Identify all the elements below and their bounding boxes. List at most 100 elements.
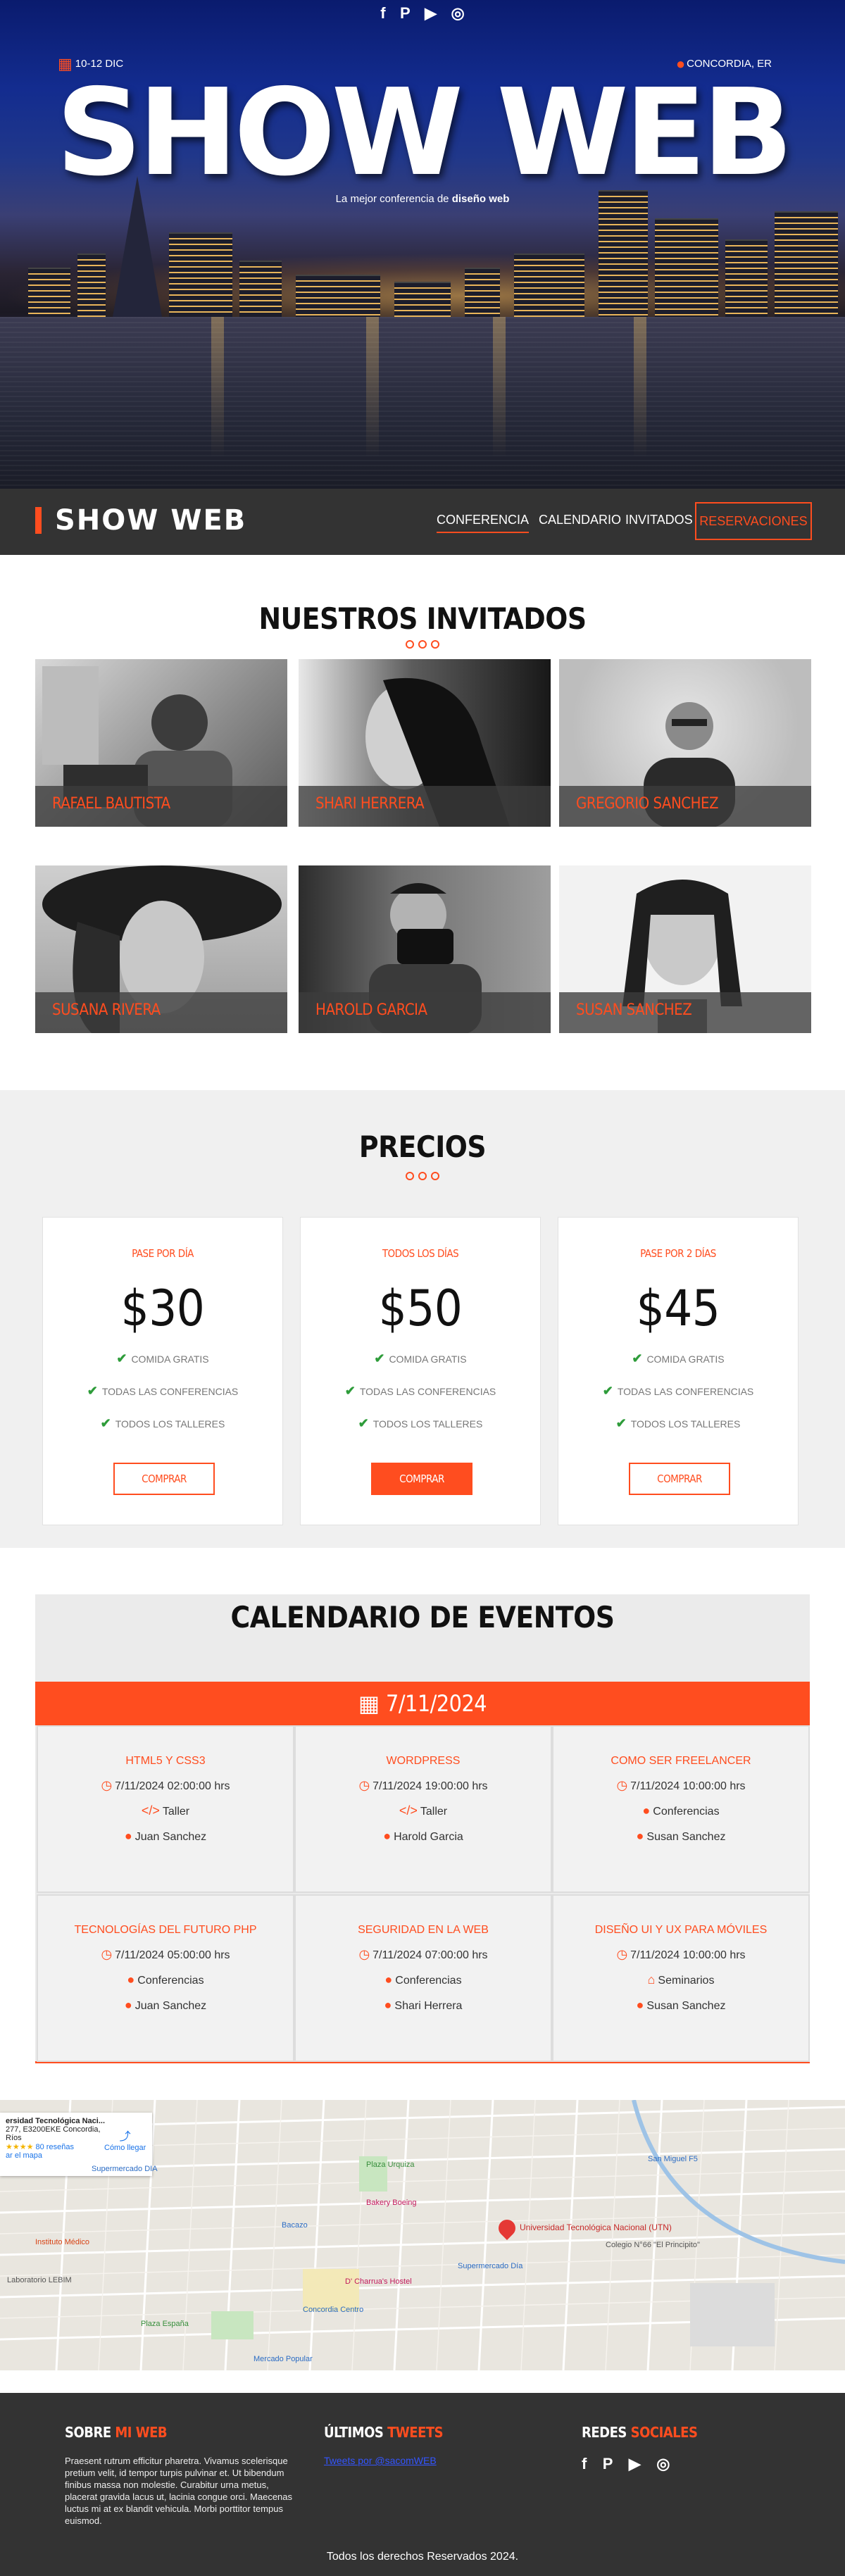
event-speaker-text: Harold Garcia — [394, 1831, 463, 1843]
event-speaker-text: Shari Herrera — [394, 2000, 463, 2012]
clock-icon: ◷ — [616, 1778, 628, 1792]
hero-subtitle: La mejor conferencia de diseño web — [0, 193, 845, 205]
reservations-button[interactable]: RESERVACIONES — [695, 502, 812, 540]
event-title: WORDPRESS — [386, 1755, 461, 1767]
feature-text: TODAS LAS CONFERENCIAS — [617, 1386, 754, 1397]
feature-item: ✔ TODAS LAS CONFERENCIAS — [301, 1384, 540, 1416]
map-label: Bacazo — [282, 2221, 308, 2230]
check-icon: ✔ — [374, 1351, 385, 1365]
check-icon: ✔ — [602, 1384, 613, 1398]
footer-about-text: Praesent rutrum efficitur pharetra. Viva… — [65, 2456, 293, 2526]
event-time: ◷ 7/11/2024 02:00:00 hrs — [38, 1778, 293, 1793]
comment-icon: ● — [127, 1972, 135, 1987]
event-card: COMO SER FREELANCER ◷ 7/11/2024 10:00:00 … — [552, 1725, 810, 1893]
event-card: SEGURIDAD EN LA WEB ◷ 7/11/2024 07:00:00 … — [294, 1894, 552, 2062]
price-card: PASE POR 2 DÍAS $45 ✔ COMIDA GRATIS ✔ TODA… — [558, 1217, 799, 1525]
event-time-text: 7/11/2024 10:00:00 hrs — [630, 1949, 746, 1961]
feature-text: TODAS LAS CONFERENCIAS — [359, 1386, 496, 1397]
location-map[interactable]: ersidad Tecnológica Naci... 277, E3200EK… — [0, 2100, 845, 2370]
hero-social-links: f P ▶ ◎ — [0, 4, 845, 23]
user-icon: ● — [636, 1998, 644, 2012]
map-place-name: ersidad Tecnológica Naci... — [6, 2117, 106, 2125]
event-title: SEGURIDAD EN LA WEB — [358, 1924, 489, 1936]
feature-text: COMIDA GRATIS — [646, 1353, 725, 1365]
event-category-text: Conferencias — [653, 1806, 720, 1818]
nav-item-calendario[interactable]: CALENDARIO — [539, 513, 621, 527]
event-title: TECNOLOGÍAS DEL FUTURO PHP — [74, 1924, 257, 1936]
guest-card[interactable]: SUSAN SANCHEZ — [559, 865, 811, 1033]
guest-card[interactable]: HAROLD GARCIA — [299, 865, 551, 1033]
feature-item: ✔ COMIDA GRATIS — [43, 1351, 282, 1384]
directions-link[interactable]: ⤴ Cómo llegar — [104, 2127, 146, 2152]
youtube-icon[interactable]: ▶ — [425, 4, 437, 23]
guest-card[interactable]: RAFAEL BAUTISTA — [35, 659, 287, 827]
plan-price: $30 — [120, 1280, 205, 1337]
buy-button[interactable]: COMPRAR — [629, 1463, 730, 1495]
footer: SOBRE MI WEB Praesent rutrum efficitur p… — [0, 2393, 845, 2576]
logo-accent-bar — [35, 507, 42, 534]
footer-social-title-2: SOCIALES — [630, 2424, 698, 2441]
event-speaker-text: Susan Sanchez — [646, 1831, 726, 1843]
facebook-icon[interactable]: f — [380, 4, 385, 23]
event-speaker: ● Shari Herrera — [296, 1998, 551, 2013]
event-time: ◷ 7/11/2024 10:00:00 hrs — [553, 1778, 808, 1793]
feature-text: TODOS LOS TALLERES — [115, 1418, 225, 1430]
plan-label: TODOS LOS DÍAS — [382, 1247, 459, 1260]
event-time: ◷ 7/11/2024 05:00:00 hrs — [38, 1947, 293, 1962]
price-card: TODOS LOS DÍAS $50 ✔ COMIDA GRATIS ✔ TODAS… — [300, 1217, 541, 1525]
calendar-title: CALENDARIO DE EVENTOS — [230, 1600, 615, 1634]
youtube-icon[interactable]: ▶ — [629, 2455, 641, 2472]
footer-tweets-title: ÚLTIMOS TWEETS — [324, 2424, 444, 2441]
user-icon: ● — [124, 1829, 132, 1843]
plan-price: $50 — [378, 1280, 463, 1337]
event-title: COMO SER FREELANCER — [611, 1755, 751, 1767]
subtitle-bold: diseño web — [451, 193, 510, 205]
event-category: </> Taller — [296, 1803, 551, 1818]
buy-button[interactable]: COMPRAR — [113, 1463, 215, 1495]
event-time: ◷ 7/11/2024 10:00:00 hrs — [553, 1947, 808, 1962]
guest-card[interactable]: SUSANA RIVERA — [35, 865, 287, 1033]
map-pin-label: Universidad Tecnológica Nacional (UTN) — [520, 2222, 672, 2232]
calendar-icon: ▦ — [358, 1691, 387, 1716]
user-icon: ● — [384, 1998, 392, 2012]
code-icon: </> — [141, 1803, 160, 1818]
larger-map-link[interactable]: ar el mapa — [6, 2151, 146, 2160]
copyright: Todos los derechos Reservados 2024. — [326, 2551, 519, 2563]
clock-icon: ◷ — [358, 1778, 370, 1792]
footer-social-title-1: REDES — [582, 2424, 631, 2441]
site-logo[interactable]: SHOW WEB — [55, 504, 246, 537]
university-icon: ⌂ — [647, 1972, 656, 1987]
hero-title: SHOW WEB — [56, 63, 793, 203]
pinterest-icon[interactable]: P — [400, 4, 411, 23]
instagram-icon[interactable]: ◎ — [656, 2455, 670, 2472]
facebook-icon[interactable]: f — [582, 2455, 587, 2472]
hero-section: f P ▶ ◎ ▦ 10-12 DIC ● CONCORDIA, ER SHOW W… — [0, 0, 845, 489]
tweets-link[interactable]: Tweets por @sacomWEB — [324, 2455, 437, 2466]
feature-item: ✔ COMIDA GRATIS — [301, 1351, 540, 1384]
check-icon: ✔ — [615, 1416, 627, 1430]
feature-item: ✔ TODOS LOS TALLERES — [301, 1416, 540, 1449]
instagram-icon[interactable]: ◎ — [451, 4, 465, 23]
event-time-text: 7/11/2024 02:00:00 hrs — [115, 1780, 230, 1792]
feature-item: ✔ TODOS LOS TALLERES — [558, 1416, 798, 1449]
check-icon: ✔ — [116, 1351, 127, 1365]
map-label: Bakery Boeing — [366, 2199, 417, 2207]
rating-stars: ★★★★ — [6, 2143, 34, 2151]
event-category: ⌂ Seminarios — [553, 1972, 808, 1987]
event-speaker-text: Juan Sanchez — [134, 1831, 207, 1843]
clock-icon: ◷ — [101, 1778, 113, 1792]
buy-button[interactable]: COMPRAR — [371, 1463, 472, 1495]
nav-item-conferencia[interactable]: CONFERENCIA — [437, 513, 530, 533]
reviews-link[interactable]: 80 reseñas — [36, 2143, 74, 2151]
event-time-text: 7/11/2024 19:00:00 hrs — [373, 1780, 488, 1792]
event-category: ● Conferencias — [296, 1972, 551, 1987]
guest-card[interactable]: SHARI HERRERA — [299, 659, 551, 827]
event-time-text: 7/11/2024 10:00:00 hrs — [630, 1780, 746, 1792]
code-icon: </> — [399, 1803, 418, 1818]
nav-item-invitados[interactable]: INVITADOS — [625, 513, 693, 527]
footer-about-title-2: MI WEB — [115, 2424, 168, 2441]
event-time-text: 7/11/2024 05:00:00 hrs — [115, 1949, 230, 1961]
calendar-date-header: ▦ 7/11/2024 — [35, 1682, 810, 1725]
guest-card[interactable]: GREGORIO SANCHEZ — [559, 659, 811, 827]
pinterest-icon[interactable]: P — [603, 2455, 613, 2472]
